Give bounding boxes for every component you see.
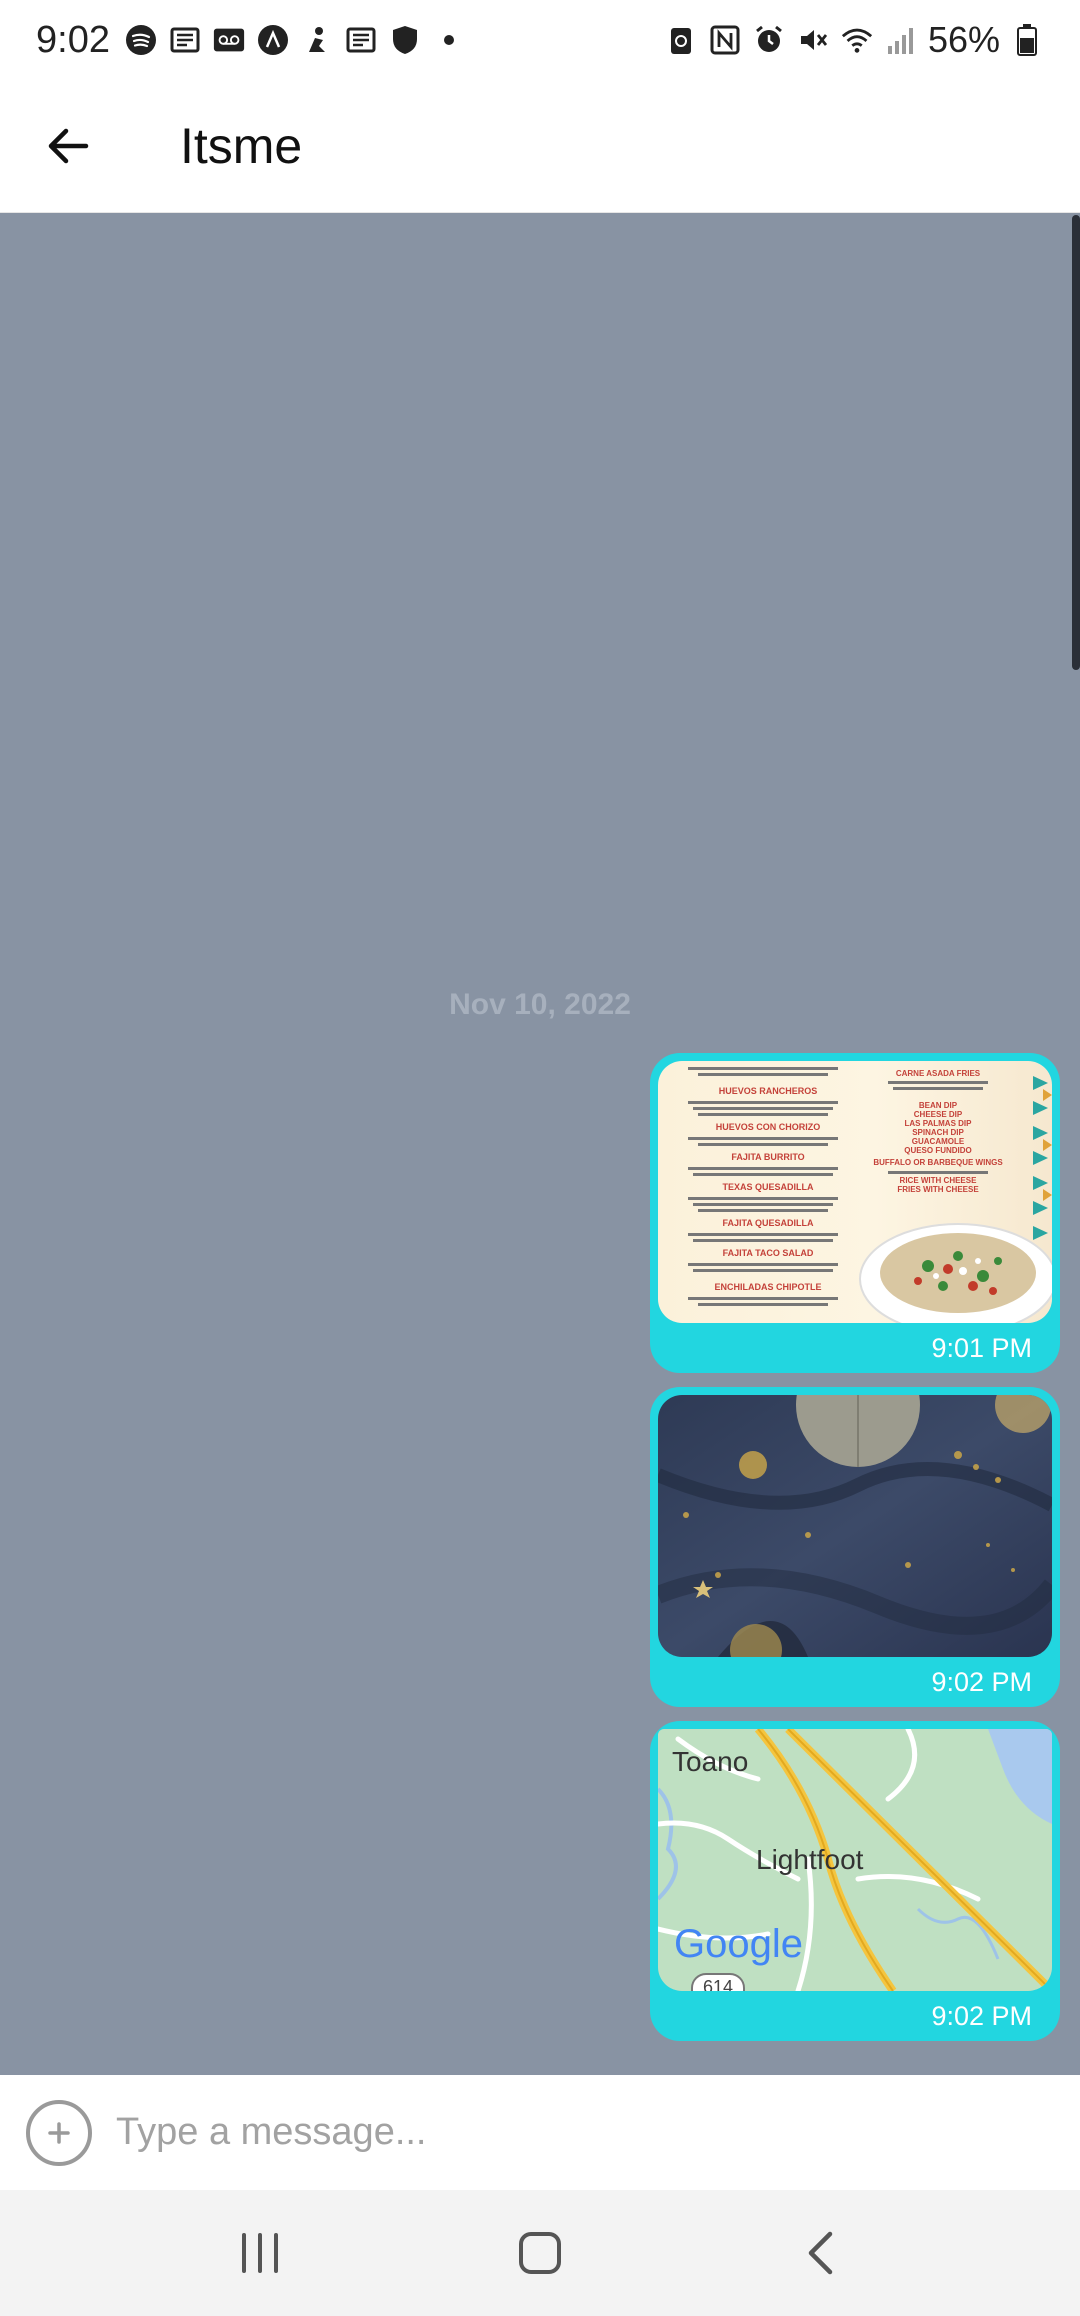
menu-item: FAJITA TACO SALAD bbox=[723, 1248, 814, 1258]
fabric-image[interactable] bbox=[658, 1395, 1052, 1657]
battery-icon bbox=[1010, 23, 1044, 57]
arrow-left-icon bbox=[48, 128, 89, 164]
input-bar bbox=[0, 2075, 1080, 2190]
chevron-left-icon bbox=[808, 2231, 833, 2275]
message-time: 9:02 PM bbox=[931, 2000, 1032, 2031]
back-button[interactable] bbox=[28, 106, 108, 186]
nfc-icon bbox=[708, 23, 742, 57]
battery-saver-icon bbox=[664, 23, 698, 57]
signal-icon bbox=[884, 23, 918, 57]
app-icon bbox=[256, 23, 290, 57]
menu-item: BUFFALO OR BARBEQUE WINGS bbox=[873, 1158, 1003, 1167]
plus-icon bbox=[48, 2121, 70, 2144]
menu-item: FRIES WITH CHEESE bbox=[897, 1185, 979, 1194]
news-icon bbox=[168, 23, 202, 57]
date-separator: Nov 10, 2022 bbox=[449, 988, 631, 1021]
message-time: 9:01 PM bbox=[931, 1332, 1032, 1363]
status-left-icons bbox=[124, 23, 466, 57]
system-nav-bar bbox=[0, 2190, 1080, 2316]
message-time: 9:02 PM bbox=[931, 1666, 1032, 1697]
status-bar: 9:02 56% bbox=[0, 0, 1080, 80]
map-label-lightfoot: Lightfoot bbox=[756, 1844, 864, 1875]
menu-image[interactable]: HUEVOS RANCHEROS HUEVOS CON CHORIZO FAJI… bbox=[658, 1061, 1052, 1323]
spotify-icon bbox=[124, 23, 158, 57]
dot-icon bbox=[432, 23, 466, 57]
menu-item: HUEVOS CON CHORIZO bbox=[716, 1122, 821, 1132]
add-attachment-button[interactable] bbox=[26, 2099, 92, 2166]
route-shield: 614 bbox=[703, 1977, 733, 1991]
figure-icon bbox=[300, 23, 334, 57]
chat-area[interactable]: Nov 10, 2022 HUEVOS RANCHEROS HUEVOS CON… bbox=[0, 213, 1080, 2075]
chat-title: Itsme bbox=[180, 118, 303, 174]
menu-item: CHEESE DIP bbox=[914, 1110, 963, 1119]
shield-icon bbox=[388, 23, 422, 57]
scrollbar[interactable] bbox=[1072, 215, 1080, 670]
battery-percent: 56% bbox=[927, 19, 1000, 60]
menu-item: CARNE ASADA FRIES bbox=[896, 1069, 981, 1078]
menu-item: RICE WITH CHEESE bbox=[900, 1176, 978, 1185]
voicemail-icon bbox=[212, 23, 246, 57]
news-icon bbox=[344, 23, 378, 57]
menu-item: QUESO FUNDIDO bbox=[904, 1146, 972, 1155]
menu-item: BEAN DIP bbox=[919, 1101, 958, 1110]
recent-apps-button[interactable] bbox=[215, 2208, 305, 2298]
home-icon bbox=[519, 2232, 561, 2274]
menu-item: SPINACH DIP bbox=[912, 1128, 964, 1137]
google-logo: Google bbox=[674, 1922, 803, 1966]
menu-item: LAS PALMAS DIP bbox=[905, 1119, 973, 1128]
map-label-toano: Toano bbox=[672, 1746, 748, 1777]
message-bubble[interactable]: HUEVOS RANCHEROS HUEVOS CON CHORIZO FAJI… bbox=[650, 1053, 1060, 1373]
mute-icon bbox=[796, 23, 830, 57]
message-bubble[interactable]: Toano Lightfoot Google 614 9:02 PM bbox=[650, 1721, 1060, 2041]
status-right-icons: 56% bbox=[664, 19, 1044, 61]
message-bubble[interactable]: 9:02 PM bbox=[650, 1387, 1060, 1707]
wifi-icon bbox=[840, 23, 874, 57]
system-back-button[interactable] bbox=[775, 2208, 865, 2298]
app-bar: Itsme bbox=[0, 80, 1080, 213]
menu-item: HUEVOS RANCHEROS bbox=[719, 1086, 818, 1096]
menu-item: FAJITA QUESADILLA bbox=[722, 1218, 814, 1228]
home-button[interactable] bbox=[495, 2208, 585, 2298]
recent-apps-icon bbox=[242, 2233, 278, 2273]
status-time: 9:02 bbox=[36, 18, 110, 61]
menu-item: GUACAMOLE bbox=[912, 1137, 965, 1146]
menu-item: ENCHILADAS CHIPOTLE bbox=[714, 1282, 821, 1292]
alarm-icon bbox=[752, 23, 786, 57]
message-input[interactable] bbox=[116, 2111, 1016, 2154]
map-image[interactable]: Toano Lightfoot Google 614 bbox=[658, 1729, 1052, 1991]
menu-item: FAJITA BURRITO bbox=[731, 1152, 804, 1162]
menu-item: TEXAS QUESADILLA bbox=[722, 1182, 814, 1192]
